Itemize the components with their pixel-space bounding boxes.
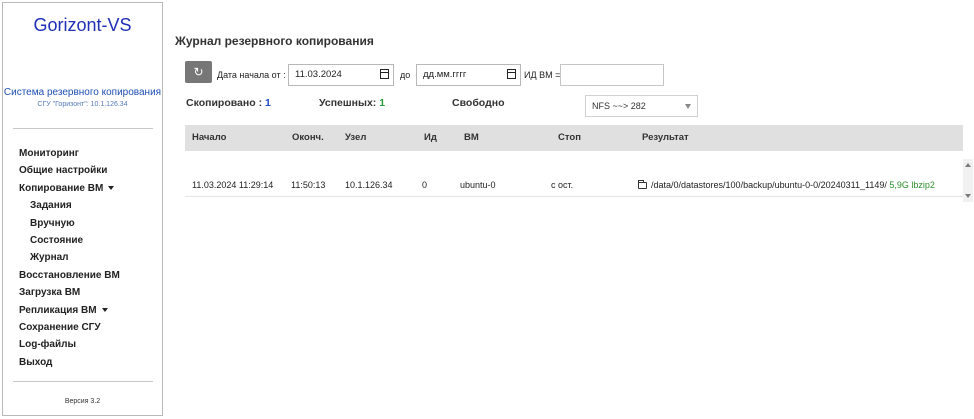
- scroll-down-icon[interactable]: [965, 194, 971, 198]
- sidebar: Gorizont-VS Система резервного копирован…: [2, 2, 163, 416]
- nav-journal[interactable]: Журнал: [19, 249, 120, 266]
- nav-general-settings[interactable]: Общие настройки: [19, 162, 120, 179]
- scroll-up-icon[interactable]: [965, 163, 971, 167]
- calendar-icon[interactable]: [380, 69, 389, 79]
- col-result[interactable]: Результат: [642, 125, 689, 151]
- nav-label: Вручную: [30, 217, 75, 229]
- nav-log-files[interactable]: Log-файлы: [19, 336, 120, 353]
- sidebar-nav: Мониторинг Общие настройки Копирование В…: [19, 145, 120, 371]
- calendar-icon[interactable]: [507, 69, 516, 79]
- cell-result: /data/0/datastores/100/backup/ubuntu-0-0…: [638, 174, 935, 196]
- nav-label: Задания: [30, 200, 72, 212]
- nav-label: Журнал: [30, 252, 69, 264]
- folder-icon[interactable]: [638, 180, 647, 189]
- table-scrollbar[interactable]: [963, 159, 973, 202]
- nav-status[interactable]: Состояние: [19, 232, 120, 249]
- end-date-placeholder: дд.мм.гггг: [423, 69, 467, 80]
- nav-manual[interactable]: Вручную: [19, 215, 120, 232]
- caret-down-icon: [108, 186, 115, 191]
- start-date-input[interactable]: 11.03.2024: [288, 64, 394, 86]
- success-value: 1: [379, 97, 386, 109]
- divider: [13, 128, 153, 129]
- nav-label: Загрузка ВМ: [19, 287, 81, 299]
- nav-label: Общие настройки: [19, 165, 108, 177]
- cell-vm: ubuntu-0: [460, 180, 496, 190]
- nav-exit[interactable]: Выход: [19, 354, 120, 371]
- cell-stop: с ост.: [551, 180, 574, 190]
- start-date-label: Дата начала от :: [217, 70, 286, 80]
- copied-stat: Скопировано : 1: [186, 97, 271, 109]
- nav-label: Выход: [19, 356, 53, 368]
- nav-vm-restore[interactable]: Восстановление ВМ: [19, 267, 120, 284]
- col-stop[interactable]: Стоп: [558, 125, 581, 151]
- caret-down-icon: [101, 307, 108, 312]
- app-logo: Gorizont-VS: [33, 15, 132, 35]
- refresh-button[interactable]: ↻: [185, 61, 212, 83]
- nav-vm-load[interactable]: Загрузка ВМ: [19, 284, 120, 301]
- nav-tasks[interactable]: Задания: [19, 197, 120, 214]
- cell-start: 11.03.2024 11:29:14: [192, 180, 274, 190]
- divider: [13, 381, 153, 382]
- nav-label: Восстановление ВМ: [19, 269, 120, 281]
- copied-value: 1: [265, 97, 271, 109]
- vm-id-input[interactable]: [560, 64, 664, 86]
- col-end[interactable]: Оконч.: [292, 125, 324, 151]
- col-node[interactable]: Узел: [345, 125, 366, 151]
- nav-label: Копирование ВМ: [19, 182, 104, 194]
- nav-label: Log-файлы: [19, 339, 77, 351]
- end-date-label: до: [400, 70, 411, 80]
- start-date-value: 11.03.2024: [295, 69, 342, 80]
- nav-label: Мониторинг: [19, 148, 79, 159]
- vm-id-label: ИД ВМ =: [524, 70, 561, 80]
- result-size: 5,9G lbzip2: [889, 180, 935, 190]
- cell-id: 0: [422, 180, 428, 190]
- storage-selected: NFS ~~> 282: [592, 101, 646, 111]
- dropdown-arrow-icon: [685, 104, 691, 109]
- refresh-icon: ↻: [193, 65, 204, 79]
- nav-label: Состояние: [30, 234, 84, 246]
- nav-vm-replication[interactable]: Репликация ВМ: [19, 302, 120, 319]
- storage-select[interactable]: NFS ~~> 282: [585, 95, 698, 117]
- version-label: Версия 3.2: [64, 398, 101, 405]
- cell-end: 11:50:13: [291, 180, 326, 190]
- nav-label: Сохранение СГУ: [19, 321, 101, 333]
- success-label: Успешных:: [319, 97, 377, 109]
- success-stat: Успешных: 1: [319, 97, 385, 109]
- table-row[interactable]: 11.03.2024 11:29:14 11:50:13 10.1.126.34…: [185, 174, 963, 197]
- result-path[interactable]: /data/0/datastores/100/backup/ubuntu-0-0…: [651, 180, 887, 190]
- table-header: Начало Оконч. Узел Ид ВМ Стоп Результат: [185, 125, 963, 151]
- cell-node: 10.1.126.34: [345, 180, 393, 190]
- page-title: Журнал резервного копирования: [175, 34, 374, 48]
- app-subtitle: Система резервного копирования: [3, 87, 162, 98]
- free-label: Свободно: [452, 97, 505, 109]
- col-vm[interactable]: ВМ: [464, 125, 479, 151]
- col-id[interactable]: Ид: [424, 125, 437, 151]
- col-start[interactable]: Начало: [192, 125, 226, 151]
- nav-sgu-save[interactable]: Сохранение СГУ: [19, 319, 120, 336]
- copied-label: Скопировано :: [186, 97, 263, 109]
- end-date-input[interactable]: дд.мм.гггг: [416, 64, 521, 86]
- nav-vm-copy[interactable]: Копирование ВМ: [19, 180, 120, 197]
- nav-monitoring[interactable]: Мониторинг: [19, 145, 120, 162]
- nav-label: Репликация ВМ: [19, 304, 97, 316]
- server-info: СГУ "Горизонт": 10.1.126.34: [37, 101, 128, 108]
